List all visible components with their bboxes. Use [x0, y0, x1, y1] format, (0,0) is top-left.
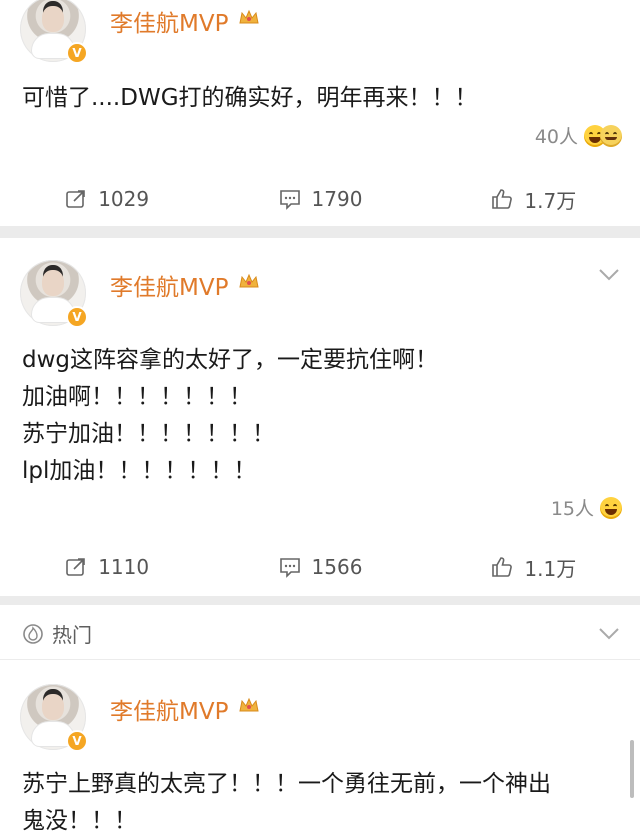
- post-card-3: V 李佳航MVP 苏宁上野真的太亮了！！！一个勇往无前，一个神出 鬼没！！！: [0, 660, 640, 833]
- scrollbar[interactable]: [630, 740, 634, 798]
- avatar-face: [42, 6, 64, 32]
- thumbs-up-icon: [490, 555, 514, 579]
- like-button[interactable]: 1.7万: [427, 176, 640, 222]
- repost-button[interactable]: 1029: [0, 176, 213, 222]
- laugh-emoji-icon: [600, 496, 622, 519]
- post-card-2: V 李佳航MVP dwg这阵容拿的太好了，一定要抗住啊！ 加油啊！！！！！！！ …: [0, 238, 640, 596]
- content-line: 加油啊！！！！！！！: [22, 384, 252, 410]
- avatar-face: [42, 270, 64, 296]
- avatar[interactable]: V: [20, 260, 88, 328]
- content-line: lpl加油！！！！！！！: [22, 458, 257, 484]
- hot-section-header[interactable]: 热门: [0, 605, 640, 659]
- crown-icon: [238, 8, 260, 26]
- thumbs-up-icon: [490, 187, 514, 211]
- verified-badge: V: [66, 306, 88, 328]
- repost-icon: [64, 187, 88, 211]
- chevron-down-icon[interactable]: [598, 627, 620, 641]
- content-line: 可惜了....DWG打的确实好，明年再来！！！: [22, 85, 478, 111]
- comment-count: 1790: [311, 187, 363, 211]
- avatar[interactable]: V: [20, 0, 88, 64]
- repost-count: 1110: [98, 555, 150, 579]
- more-menu-chevron[interactable]: [598, 268, 620, 282]
- content-line: 鬼没！！！: [22, 808, 137, 833]
- reaction-count: 40人: [534, 126, 578, 148]
- like-button[interactable]: 1.1万: [427, 544, 640, 590]
- crown-icon: [238, 272, 260, 290]
- crown-icon: [238, 696, 260, 714]
- post-content: dwg这阵容拿的太好了，一定要抗住啊！ 加油啊！！！！！！！ 苏宁加油！！！！！…: [22, 342, 622, 490]
- author-name[interactable]: 李佳航MVP: [110, 268, 228, 302]
- like-count: 1.7万: [524, 188, 577, 213]
- verified-badge: V: [66, 42, 88, 64]
- action-bar: 1110 1566 1.1万: [0, 544, 640, 590]
- reaction-count: 15人: [550, 498, 594, 520]
- avatar[interactable]: V: [20, 684, 88, 752]
- post-content: 苏宁上野真的太亮了！！！一个勇往无前，一个神出 鬼没！！！: [22, 766, 622, 833]
- reaction-summary[interactable]: 15人: [551, 494, 622, 521]
- action-bar: 1029 1790 1.7万: [0, 176, 640, 222]
- comment-button[interactable]: 1566: [213, 544, 426, 590]
- hot-icon: [22, 623, 44, 645]
- repost-button[interactable]: 1110: [0, 544, 213, 590]
- comment-button[interactable]: 1790: [213, 176, 426, 222]
- section-label: 热门: [52, 623, 92, 647]
- post-card-1: V 李佳航MVP 可惜了....DWG打的确实好，明年再来！！！ 40人 102…: [0, 0, 640, 226]
- reaction-summary[interactable]: 40人: [535, 122, 622, 149]
- comment-count: 1566: [311, 555, 363, 579]
- avatar-face: [42, 694, 64, 720]
- verified-badge: V: [66, 730, 88, 752]
- laugh-emoji-icon: [600, 124, 622, 147]
- content-line: 苏宁加油！！！！！！！: [22, 421, 275, 447]
- hot-section-label-group: 热门: [22, 619, 92, 648]
- content-line: 苏宁上野真的太亮了！！！一个勇往无前，一个神出: [22, 771, 551, 797]
- post-content: 可惜了....DWG打的确实好，明年再来！！！: [22, 80, 622, 117]
- content-line: dwg这阵容拿的太好了，一定要抗住啊！: [22, 347, 439, 373]
- repost-icon: [64, 555, 88, 579]
- comment-icon: [278, 555, 302, 579]
- like-count: 1.1万: [524, 556, 577, 581]
- repost-count: 1029: [98, 187, 150, 211]
- author-name[interactable]: 李佳航MVP: [110, 4, 228, 38]
- comment-icon: [278, 187, 302, 211]
- author-name[interactable]: 李佳航MVP: [110, 692, 228, 726]
